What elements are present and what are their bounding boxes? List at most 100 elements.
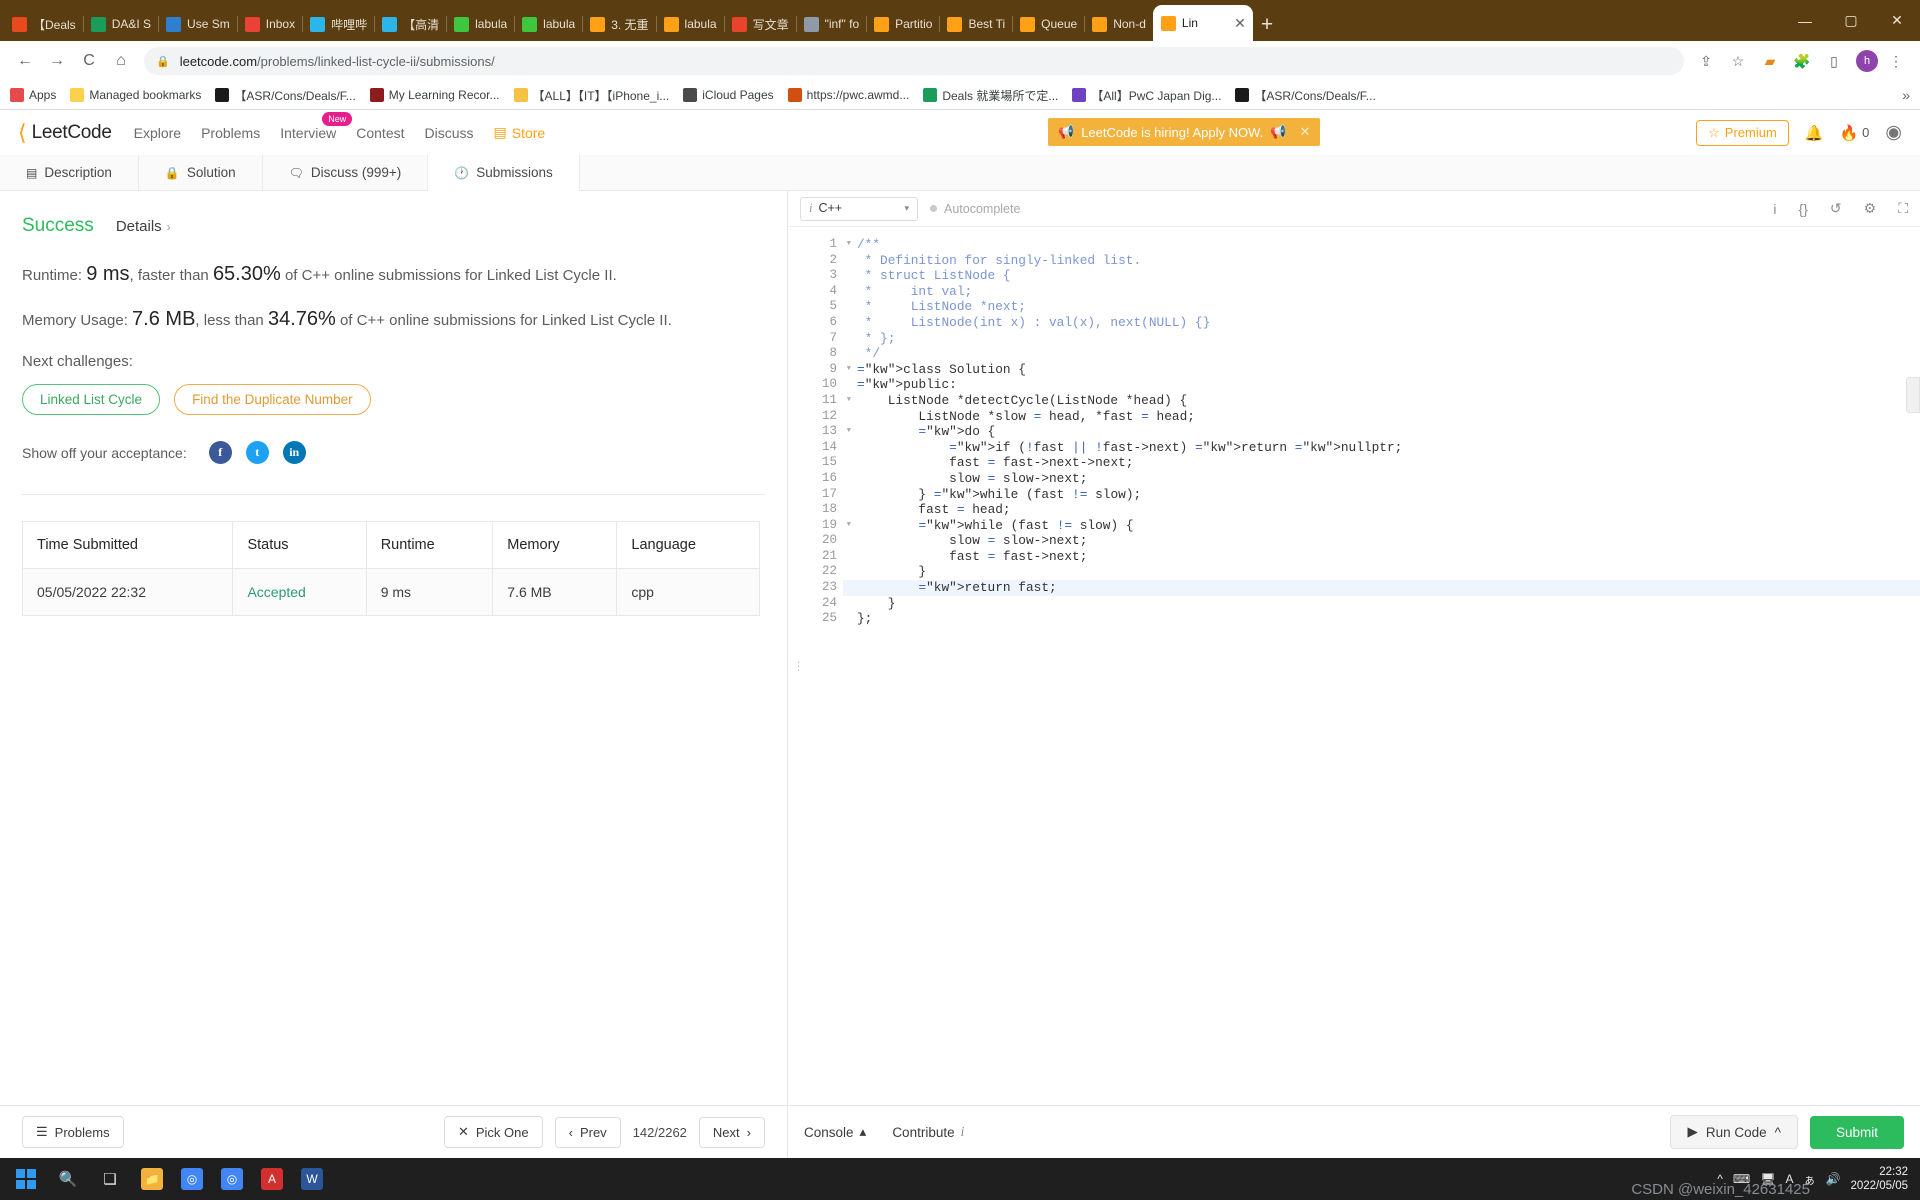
linkedin-share-icon[interactable]: in <box>282 441 306 464</box>
next-challenge-button[interactable]: Find the Duplicate Number <box>174 384 371 415</box>
extension-puzzle-icon[interactable]: ▰ <box>1756 47 1784 75</box>
sidepanel-icon[interactable]: ▯ <box>1820 47 1848 75</box>
undo-icon[interactable]: ↺ <box>1830 200 1842 217</box>
bookmark-item[interactable]: Deals 就業場所で定... <box>923 87 1058 104</box>
chrome-active-icon[interactable]: ◎ <box>212 1160 252 1198</box>
volume-icon[interactable]: 🔊 <box>1825 1172 1840 1186</box>
browser-tab[interactable]: 【高清 <box>374 7 446 41</box>
format-braces-icon[interactable]: {} <box>1799 201 1808 217</box>
browser-tab[interactable]: Use Sm <box>158 7 237 41</box>
table-row[interactable]: 05/05/2022 22:32 Accepted 9 ms 7.6 MB cpp <box>21 568 760 616</box>
bookmark-item[interactable]: 【ASR/Cons/Deals/F... <box>1235 87 1376 104</box>
fold-arrow-icon[interactable]: ▼ <box>847 518 851 534</box>
console-button[interactable]: Console ▴ <box>804 1124 866 1140</box>
browser-tab[interactable]: Queue <box>1012 7 1084 41</box>
submit-button[interactable]: Submit <box>1809 1115 1904 1149</box>
bookmarks-overflow-button[interactable]: » <box>1902 87 1910 103</box>
bookmark-item[interactable]: Managed bookmarks <box>70 88 201 102</box>
close-icon[interactable]: ✕ <box>1299 124 1310 140</box>
submission-status[interactable]: Accepted <box>232 568 367 616</box>
fold-arrow-icon[interactable]: ▼ <box>847 362 851 378</box>
nav-item-problems[interactable]: Problems <box>201 125 260 141</box>
address-bar[interactable]: 🔒 leetcode.com/problems/linked-list-cycl… <box>144 47 1684 75</box>
tab-description[interactable]: ▤ Description <box>0 155 139 190</box>
code-editor[interactable]: ⋮⋮ 1▼23456789▼1011▼1213▼141516171819▼202… <box>788 227 1920 1105</box>
editor-side-tab[interactable] <box>1906 377 1920 413</box>
browser-tab[interactable]: 写文章 <box>723 7 796 41</box>
browser-tab[interactable]: Non-d <box>1084 7 1153 41</box>
premium-button[interactable]: ☆ Premium <box>1696 119 1789 146</box>
browser-tab[interactable]: Inbox <box>236 7 302 41</box>
run-code-button[interactable]: ▶ Run Code ^ <box>1670 1115 1798 1149</box>
browser-tab[interactable]: "inf" fo <box>795 7 867 41</box>
pane-resize-handle[interactable]: ⋮⋮ <box>788 227 805 1105</box>
acrobat-icon[interactable]: A <box>252 1160 292 1198</box>
fold-arrow-icon[interactable]: ▼ <box>847 393 851 409</box>
profile-avatar[interactable]: h <box>1856 50 1878 72</box>
taskbar-clock[interactable]: 22:32 2022/05/05 <box>1850 1165 1908 1194</box>
browser-tab[interactable]: labula <box>514 7 582 41</box>
bookmark-item[interactable]: 【All】PwC Japan Dig... <box>1072 87 1221 104</box>
fullscreen-icon[interactable]: ⛶ <box>1898 200 1908 217</box>
extensions-icon[interactable]: 🧩 <box>1788 47 1816 75</box>
bookmark-item[interactable]: Apps <box>10 88 56 102</box>
close-tab-icon[interactable]: ✕ <box>1234 15 1246 32</box>
minimize-button[interactable]: — <box>1782 13 1828 29</box>
next-challenge-button[interactable]: Linked List Cycle <box>22 384 161 415</box>
home-button[interactable]: ⌂ <box>106 46 136 76</box>
tab-solution[interactable]: 🔒 Solution <box>138 155 263 190</box>
language-select[interactable]: i C++ ▾ <box>800 196 918 221</box>
contribute-button[interactable]: Contribute i <box>892 1124 964 1140</box>
pick-one-button[interactable]: ✕ Pick One <box>443 1116 543 1148</box>
search-icon[interactable]: 🔍 <box>48 1160 88 1198</box>
fold-arrow-icon[interactable]: ▼ <box>847 424 851 440</box>
problems-button[interactable]: ☰ Problems <box>22 1116 124 1148</box>
next-button[interactable]: Next › <box>698 1116 765 1148</box>
word-icon[interactable]: W <box>292 1160 332 1198</box>
chrome-icon[interactable]: ◎ <box>172 1160 212 1198</box>
browser-tab[interactable]: 3. 无重 <box>582 7 655 41</box>
back-button[interactable]: ← <box>10 46 40 76</box>
bookmark-item[interactable]: 【ALL】【IT】【iPhone_i... <box>513 87 669 104</box>
settings-icon[interactable]: ⚙ <box>1864 200 1877 217</box>
task-view-icon[interactable]: ❑ <box>90 1160 130 1198</box>
forward-button[interactable]: → <box>42 46 72 76</box>
nav-item-interview[interactable]: Interview New <box>280 111 353 141</box>
new-tab-button[interactable]: + <box>1261 14 1273 35</box>
twitter-share-icon[interactable]: t <box>245 441 269 464</box>
nav-item-discuss[interactable]: Discuss <box>425 125 474 141</box>
bookmark-item[interactable]: My Learning Recor... <box>369 88 500 102</box>
leetcode-logo[interactable]: ⟨ LeetCode <box>18 121 112 144</box>
bell-icon[interactable]: 🔔 <box>1805 124 1824 142</box>
browser-tab[interactable]: 【Deals <box>4 7 83 41</box>
nav-item-contest[interactable]: Contest <box>356 125 404 141</box>
bookmark-item[interactable]: iCloud Pages <box>683 88 774 102</box>
browser-tab[interactable]: labula <box>655 7 724 41</box>
browser-tab[interactable]: DA&I S <box>82 7 158 41</box>
nav-item-store[interactable]: ▤ Store <box>494 124 546 141</box>
info-icon[interactable]: i <box>1773 201 1776 217</box>
windows-start-icon[interactable] <box>6 1160 46 1198</box>
fold-arrow-icon[interactable]: ▼ <box>847 237 851 253</box>
code-content[interactable]: /** * Definition for singly-linked list.… <box>843 227 1920 1105</box>
kebab-menu-icon[interactable]: ⋮ <box>1882 47 1910 75</box>
share-icon[interactable]: ⇪ <box>1692 47 1720 75</box>
autocomplete-toggle[interactable]: Autocomplete <box>930 202 1020 216</box>
tab-submissions[interactable]: 🕐 Submissions <box>428 155 580 191</box>
details-link[interactable]: Details › <box>116 218 171 235</box>
account-circle-icon[interactable]: ◉ <box>1885 121 1902 144</box>
maximize-button[interactable]: ▢ <box>1828 12 1874 29</box>
browser-tab[interactable]: 哔哩哔 <box>302 7 374 41</box>
close-window-button[interactable]: ✕ <box>1874 12 1920 29</box>
browser-tab[interactable]: Partitio <box>866 7 939 41</box>
facebook-share-icon[interactable]: f <box>208 441 232 464</box>
bookmark-item[interactable]: https://pwc.awmd... <box>787 88 909 102</box>
streak-indicator[interactable]: 🔥 0 <box>1839 124 1869 142</box>
file-explorer-icon[interactable]: 📁 <box>132 1160 172 1198</box>
reload-button[interactable]: C <box>74 46 104 76</box>
browser-tab[interactable]: Best Ti <box>939 7 1012 41</box>
prev-button[interactable]: ‹ Prev <box>554 1116 621 1148</box>
browser-tab[interactable]: labula <box>446 7 514 41</box>
bookmark-item[interactable]: 【ASR/Cons/Deals/F... <box>215 87 356 104</box>
hiring-banner[interactable]: 📢 LeetCode is hiring! Apply NOW. 📢 ✕ <box>1048 118 1321 146</box>
